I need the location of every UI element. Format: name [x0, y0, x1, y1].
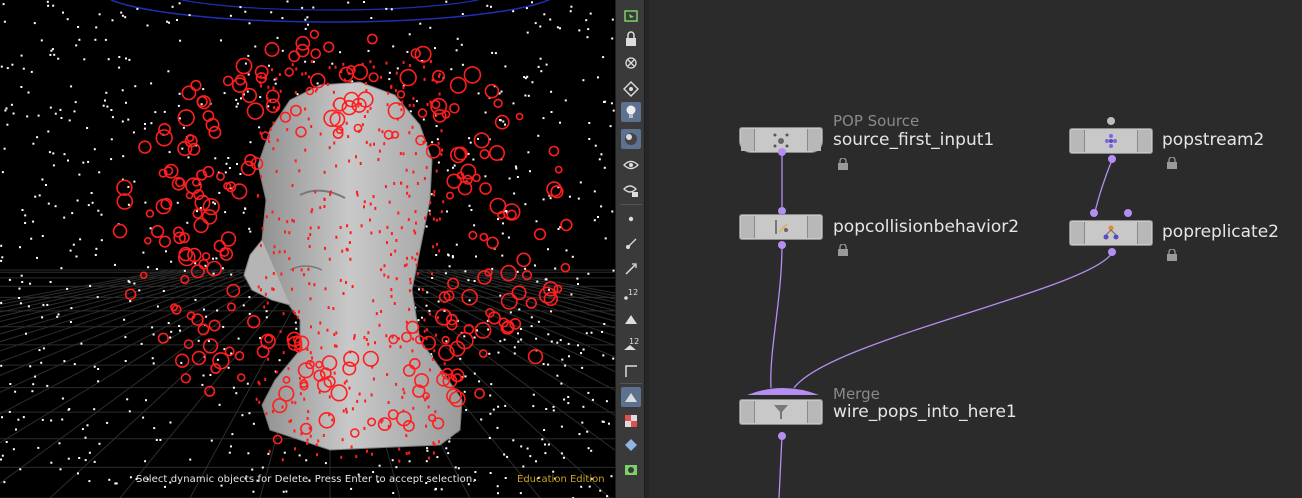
- wire-replicate-to-merge: [793, 252, 1113, 389]
- node-bypass-flag[interactable]: [1071, 130, 1085, 152]
- eye-settings-icon[interactable]: [621, 180, 641, 200]
- output-connector[interactable]: [778, 148, 786, 156]
- node-name-label[interactable]: popreplicate2: [1162, 222, 1279, 242]
- node-name-label[interactable]: wire_pops_into_here1: [833, 402, 1017, 422]
- node-display-flag[interactable]: [1137, 222, 1151, 244]
- merge-input-bar[interactable]: [745, 381, 821, 397]
- node-bypass-flag[interactable]: [1071, 222, 1085, 244]
- scene-viewport[interactable]: Select dynamic objects for Delete. Press…: [0, 0, 615, 498]
- background-icon[interactable]: [621, 435, 641, 455]
- node-popcollisionbehavior[interactable]: [739, 214, 823, 240]
- network-editor[interactable]: POP Source source_first_input1 popcollis…: [649, 0, 1302, 498]
- shaded-icon[interactable]: [621, 387, 641, 407]
- toolbar-divider: [620, 204, 642, 205]
- collision-sphere-guide: [109, 0, 551, 23]
- node-type-label: POP Source: [833, 112, 920, 130]
- node-bypass-flag[interactable]: [741, 216, 755, 238]
- pop-source-icon: [770, 130, 792, 150]
- node-name-label[interactable]: source_first_input1: [833, 130, 994, 150]
- education-edition-badge: Education Edition: [517, 474, 605, 485]
- node-popstream[interactable]: [1069, 128, 1153, 154]
- lock-icon[interactable]: [837, 155, 849, 170]
- selection-mode-icon[interactable]: [621, 6, 641, 26]
- node-bypass-flag[interactable]: [741, 129, 755, 151]
- output-connector[interactable]: [778, 432, 786, 440]
- node-display-flag[interactable]: [1137, 130, 1151, 152]
- lightbulb-icon[interactable]: [621, 102, 641, 122]
- point-number-icon[interactable]: 12: [621, 284, 641, 304]
- prim-color-icon[interactable]: [621, 309, 641, 329]
- input-connector[interactable]: [1107, 117, 1115, 125]
- collision-behavior-icon: [770, 217, 792, 237]
- node-display-flag[interactable]: [807, 129, 821, 151]
- lock-icon[interactable]: [837, 241, 849, 256]
- camera-snap-icon[interactable]: [621, 53, 641, 73]
- input-connector[interactable]: [1124, 209, 1132, 217]
- svg-text:12: 12: [628, 288, 638, 297]
- toolbar-divider: [620, 383, 642, 384]
- node-bypass-flag[interactable]: [741, 401, 755, 423]
- node-display-flag[interactable]: [807, 216, 821, 238]
- geometry-display-icon[interactable]: [621, 79, 641, 99]
- texture-icon[interactable]: [621, 411, 641, 431]
- wire-stream-to-replicate: [1094, 159, 1113, 213]
- output-connector[interactable]: [778, 241, 786, 249]
- lock-icon[interactable]: [1166, 246, 1178, 261]
- viewport-status-prompt: Select dynamic objects for Delete. Press…: [136, 474, 476, 485]
- svg-text:12: 12: [629, 337, 639, 346]
- bounding-box-icon[interactable]: [621, 361, 641, 381]
- viewport-canvas[interactable]: [0, 0, 615, 498]
- node-display-flag[interactable]: [807, 401, 821, 423]
- pop-stream-icon: [1100, 131, 1122, 151]
- node-type-label: Merge: [833, 385, 880, 403]
- point-display-icon[interactable]: [621, 209, 641, 229]
- scene-icon[interactable]: [621, 459, 641, 479]
- vector-icon[interactable]: [621, 259, 641, 279]
- node-name-label[interactable]: popcollisionbehavior2: [833, 217, 1019, 237]
- pop-replicate-icon: [1100, 223, 1122, 243]
- wire-merge-output: [778, 435, 783, 498]
- viewport-display-toolbar: 12 12: [615, 0, 645, 498]
- lock-icon[interactable]: [621, 29, 641, 49]
- normals-icon[interactable]: [621, 234, 641, 254]
- output-connector[interactable]: [1108, 248, 1116, 256]
- node-name-label[interactable]: popstream2: [1162, 130, 1264, 150]
- node-merge[interactable]: [739, 399, 823, 425]
- merge-funnel-icon: [770, 402, 792, 422]
- lock-icon[interactable]: [1166, 154, 1178, 169]
- output-connector[interactable]: [1108, 155, 1116, 163]
- prim-number-icon[interactable]: 12: [621, 334, 641, 354]
- wire-collision-to-merge: [770, 243, 783, 389]
- eye-icon[interactable]: [621, 155, 641, 175]
- shading-icon[interactable]: [621, 129, 641, 149]
- input-connector[interactable]: [1090, 209, 1098, 217]
- node-popreplicate[interactable]: [1069, 220, 1153, 246]
